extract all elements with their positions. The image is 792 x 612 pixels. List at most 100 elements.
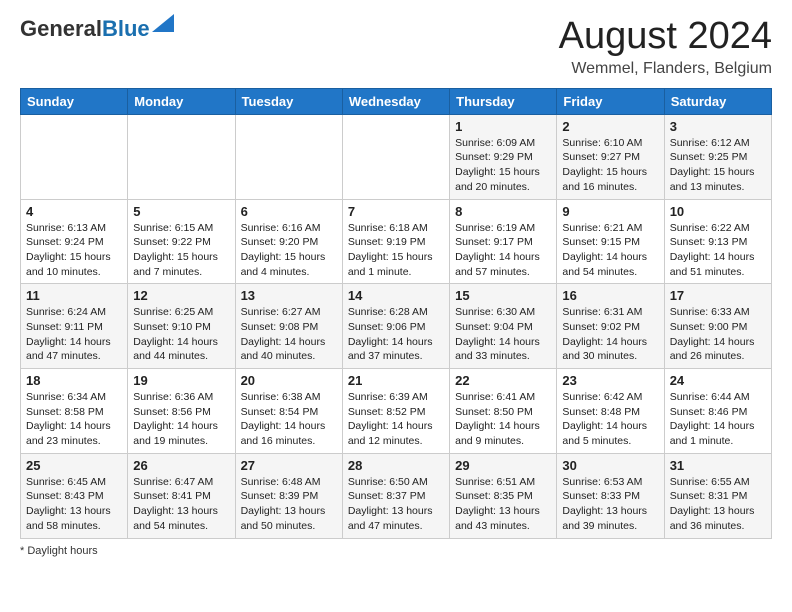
- day-number: 8: [455, 204, 551, 219]
- calendar-cell: 18 Sunrise: 6:34 AM Sunset: 8:58 PM Dayli…: [21, 369, 128, 454]
- day-number: 13: [241, 288, 337, 303]
- calendar-cell: 21 Sunrise: 6:39 AM Sunset: 8:52 PM Dayli…: [342, 369, 449, 454]
- day-info: Sunrise: 6:39 AM Sunset: 8:52 PM Dayligh…: [348, 390, 444, 449]
- day-info: Sunrise: 6:55 AM Sunset: 8:31 PM Dayligh…: [670, 475, 766, 534]
- day-number: 5: [133, 204, 229, 219]
- footer-note: * Daylight hours: [20, 545, 772, 557]
- day-number: 3: [670, 119, 766, 134]
- col-friday: Friday: [557, 88, 664, 114]
- day-number: 20: [241, 373, 337, 388]
- calendar-cell: 5 Sunrise: 6:15 AM Sunset: 9:22 PM Daylig…: [128, 199, 235, 284]
- day-info: Sunrise: 6:10 AM Sunset: 9:27 PM Dayligh…: [562, 136, 658, 195]
- day-number: 27: [241, 458, 337, 473]
- day-number: 17: [670, 288, 766, 303]
- calendar-cell: [128, 114, 235, 199]
- calendar-cell: 31 Sunrise: 6:55 AM Sunset: 8:31 PM Dayli…: [664, 453, 771, 538]
- calendar-cell: [342, 114, 449, 199]
- calendar-cell: [21, 114, 128, 199]
- day-info: Sunrise: 6:38 AM Sunset: 8:54 PM Dayligh…: [241, 390, 337, 449]
- day-info: Sunrise: 6:50 AM Sunset: 8:37 PM Dayligh…: [348, 475, 444, 534]
- calendar-cell: 27 Sunrise: 6:48 AM Sunset: 8:39 PM Dayli…: [235, 453, 342, 538]
- col-sunday: Sunday: [21, 88, 128, 114]
- day-number: 18: [26, 373, 122, 388]
- logo-blue-text: Blue: [102, 16, 150, 42]
- col-thursday: Thursday: [450, 88, 557, 114]
- calendar-cell: 24Sunrise: 6:44 AM Sunset: 8:46 PM Dayli…: [664, 369, 771, 454]
- week-row-2: 11 Sunrise: 6:24 AM Sunset: 9:11 PM Dayli…: [21, 284, 772, 369]
- day-info: Sunrise: 6:42 AM Sunset: 8:48 PM Dayligh…: [562, 390, 658, 449]
- title-area: August 2024 Wemmel, Flanders, Belgium: [559, 16, 772, 78]
- col-monday: Monday: [128, 88, 235, 114]
- day-info: Sunrise: 6:21 AM Sunset: 9:15 PM Dayligh…: [562, 221, 658, 280]
- calendar-cell: 29Sunrise: 6:51 AM Sunset: 8:35 PM Dayli…: [450, 453, 557, 538]
- day-number: 26: [133, 458, 229, 473]
- day-number: 23: [562, 373, 658, 388]
- day-number: 7: [348, 204, 444, 219]
- calendar-cell: 28 Sunrise: 6:50 AM Sunset: 8:37 PM Dayli…: [342, 453, 449, 538]
- day-number: 9: [562, 204, 658, 219]
- day-number: 1: [455, 119, 551, 134]
- week-row-1: 4 Sunrise: 6:13 AM Sunset: 9:24 PM Daylig…: [21, 199, 772, 284]
- calendar-cell: 22 Sunrise: 6:41 AM Sunset: 8:50 PM Dayli…: [450, 369, 557, 454]
- day-info: Sunrise: 6:24 AM Sunset: 9:11 PM Dayligh…: [26, 305, 122, 364]
- header-row: Sunday Monday Tuesday Wednesday Thursday…: [21, 88, 772, 114]
- calendar-cell: 17Sunrise: 6:33 AM Sunset: 9:00 PM Dayli…: [664, 284, 771, 369]
- calendar-cell: 8 Sunrise: 6:19 AM Sunset: 9:17 PM Daylig…: [450, 199, 557, 284]
- calendar-cell: 23 Sunrise: 6:42 AM Sunset: 8:48 PM Dayli…: [557, 369, 664, 454]
- calendar-cell: 19 Sunrise: 6:36 AM Sunset: 8:56 PM Dayli…: [128, 369, 235, 454]
- calendar-cell: 15 Sunrise: 6:30 AM Sunset: 9:04 PM Dayli…: [450, 284, 557, 369]
- logo-icon: [152, 14, 174, 37]
- day-info: Sunrise: 6:47 AM Sunset: 8:41 PM Dayligh…: [133, 475, 229, 534]
- day-info: Sunrise: 6:36 AM Sunset: 8:56 PM Dayligh…: [133, 390, 229, 449]
- col-saturday: Saturday: [664, 88, 771, 114]
- day-info: Sunrise: 6:25 AM Sunset: 9:10 PM Dayligh…: [133, 305, 229, 364]
- logo-general-text: General: [20, 16, 102, 42]
- day-info: Sunrise: 6:15 AM Sunset: 9:22 PM Dayligh…: [133, 221, 229, 280]
- day-info: Sunrise: 6:09 AM Sunset: 9:29 PM Dayligh…: [455, 136, 551, 195]
- week-row-4: 25Sunrise: 6:45 AM Sunset: 8:43 PM Dayli…: [21, 453, 772, 538]
- day-number: 11: [26, 288, 122, 303]
- day-number: 22: [455, 373, 551, 388]
- day-number: 14: [348, 288, 444, 303]
- day-info: Sunrise: 6:48 AM Sunset: 8:39 PM Dayligh…: [241, 475, 337, 534]
- calendar-cell: 13Sunrise: 6:27 AM Sunset: 9:08 PM Dayli…: [235, 284, 342, 369]
- month-year: August 2024: [559, 16, 772, 58]
- day-info: Sunrise: 6:30 AM Sunset: 9:04 PM Dayligh…: [455, 305, 551, 364]
- day-info: Sunrise: 6:16 AM Sunset: 9:20 PM Dayligh…: [241, 221, 337, 280]
- calendar-cell: 10 Sunrise: 6:22 AM Sunset: 9:13 PM Dayli…: [664, 199, 771, 284]
- day-number: 25: [26, 458, 122, 473]
- day-number: 4: [26, 204, 122, 219]
- day-number: 19: [133, 373, 229, 388]
- day-info: Sunrise: 6:28 AM Sunset: 9:06 PM Dayligh…: [348, 305, 444, 364]
- location: Wemmel, Flanders, Belgium: [559, 60, 772, 78]
- calendar-table: Sunday Monday Tuesday Wednesday Thursday…: [20, 88, 772, 539]
- day-info: Sunrise: 6:44 AM Sunset: 8:46 PM Dayligh…: [670, 390, 766, 449]
- day-number: 12: [133, 288, 229, 303]
- day-info: Sunrise: 6:22 AM Sunset: 9:13 PM Dayligh…: [670, 221, 766, 280]
- calendar-cell: 14 Sunrise: 6:28 AM Sunset: 9:06 PM Dayli…: [342, 284, 449, 369]
- day-info: Sunrise: 6:13 AM Sunset: 9:24 PM Dayligh…: [26, 221, 122, 280]
- calendar-cell: 30Sunrise: 6:53 AM Sunset: 8:33 PM Dayli…: [557, 453, 664, 538]
- day-info: Sunrise: 6:53 AM Sunset: 8:33 PM Dayligh…: [562, 475, 658, 534]
- calendar-header: Sunday Monday Tuesday Wednesday Thursday…: [21, 88, 772, 114]
- page: General Blue August 2024 Wemmel, Flander…: [0, 0, 792, 612]
- calendar-cell: [235, 114, 342, 199]
- day-number: 15: [455, 288, 551, 303]
- day-info: Sunrise: 6:19 AM Sunset: 9:17 PM Dayligh…: [455, 221, 551, 280]
- calendar-cell: 4 Sunrise: 6:13 AM Sunset: 9:24 PM Daylig…: [21, 199, 128, 284]
- day-info: Sunrise: 6:41 AM Sunset: 8:50 PM Dayligh…: [455, 390, 551, 449]
- day-number: 21: [348, 373, 444, 388]
- day-number: 28: [348, 458, 444, 473]
- col-wednesday: Wednesday: [342, 88, 449, 114]
- calendar-body: 1 Sunrise: 6:09 AM Sunset: 9:29 PM Daylig…: [21, 114, 772, 538]
- week-row-3: 18 Sunrise: 6:34 AM Sunset: 8:58 PM Dayli…: [21, 369, 772, 454]
- day-info: Sunrise: 6:34 AM Sunset: 8:58 PM Dayligh…: [26, 390, 122, 449]
- logo: General Blue: [20, 16, 174, 42]
- calendar-cell: 9 Sunrise: 6:21 AM Sunset: 9:15 PM Daylig…: [557, 199, 664, 284]
- day-number: 10: [670, 204, 766, 219]
- day-number: 31: [670, 458, 766, 473]
- calendar-cell: 3Sunrise: 6:12 AM Sunset: 9:25 PM Daylig…: [664, 114, 771, 199]
- week-row-0: 1 Sunrise: 6:09 AM Sunset: 9:29 PM Daylig…: [21, 114, 772, 199]
- footer-note-text: Daylight hours: [27, 545, 97, 557]
- day-number: 2: [562, 119, 658, 134]
